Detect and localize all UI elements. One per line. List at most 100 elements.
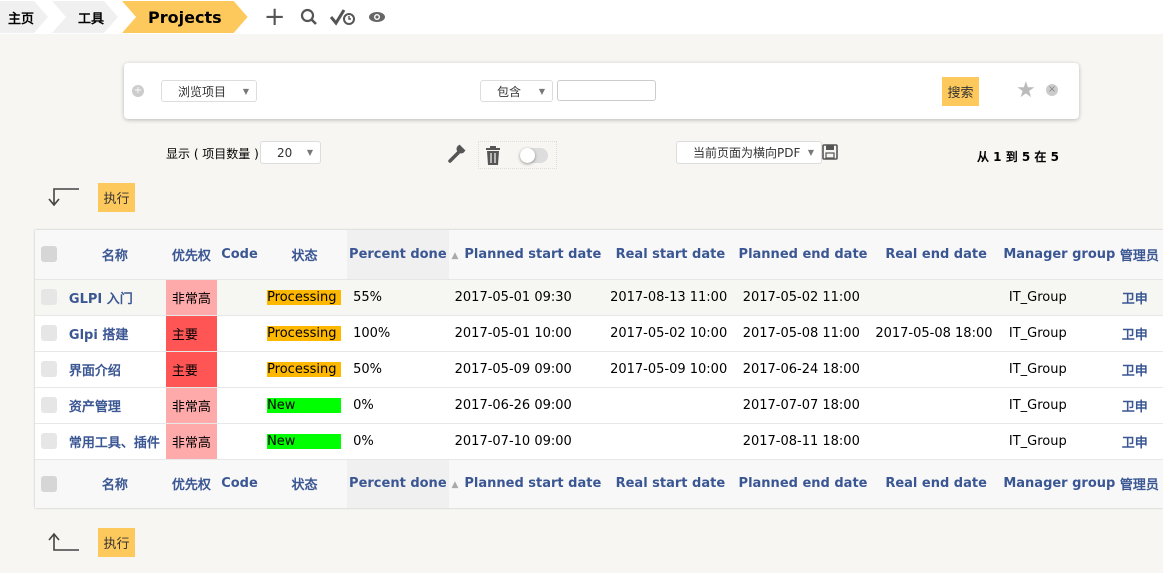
project-name-link[interactable]: Glpi 搭建 bbox=[63, 315, 166, 352]
admin-link[interactable]: 卫申 bbox=[1115, 423, 1163, 460]
status-badge: New bbox=[267, 433, 342, 449]
column-header-label: Code bbox=[221, 246, 258, 262]
column-header[interactable]: Real start date bbox=[604, 458, 737, 508]
check-clock-icon[interactable] bbox=[326, 1, 360, 33]
arrow-down-left-icon bbox=[46, 187, 80, 211]
toggle-switch[interactable] bbox=[520, 148, 548, 163]
code-cell bbox=[216, 279, 263, 316]
column-header-label: Planned end date bbox=[738, 476, 868, 492]
real-start-cell: 2017-08-13 11:00 bbox=[604, 279, 737, 316]
column-header[interactable]: 名称 bbox=[63, 230, 166, 280]
priority-cell: 非常高 bbox=[165, 387, 217, 424]
breadcrumb-tools[interactable]: 工具 bbox=[52, 1, 118, 33]
priority-cell: 非常高 bbox=[165, 279, 217, 316]
eye-icon[interactable] bbox=[360, 1, 394, 33]
sort-asc-icon: ▲ bbox=[451, 480, 459, 491]
percent-done-cell: 50% bbox=[347, 351, 449, 388]
column-header[interactable]: 状态 bbox=[262, 230, 348, 280]
column-header[interactable]: Manager group bbox=[1002, 458, 1116, 508]
search-field-value: 浏览项目 bbox=[178, 84, 227, 99]
row-checkbox[interactable] bbox=[35, 279, 64, 316]
planned-start-cell: 2017-05-09 09:00 bbox=[448, 351, 605, 388]
chevron-down-icon: ▼ bbox=[538, 86, 545, 96]
table-row: 界面介绍 主要 Processing 50% 2017-05-09 09:00 2017-… bbox=[35, 351, 1163, 388]
real-end-cell: 2017-05-08 18:00 bbox=[869, 315, 1003, 352]
column-header[interactable]: Real end date bbox=[869, 458, 1003, 508]
project-name-link[interactable]: 常用工具、插件 bbox=[63, 423, 166, 460]
search-button[interactable]: 搜索 bbox=[942, 77, 979, 106]
column-header[interactable]: Code bbox=[216, 230, 263, 280]
chevron-down-icon: ▼ bbox=[807, 148, 814, 157]
chevron-down-icon: ▼ bbox=[242, 86, 249, 96]
column-header[interactable]: 名称 bbox=[63, 458, 166, 508]
admin-link[interactable]: 卫申 bbox=[1115, 387, 1163, 424]
column-header[interactable]: Code bbox=[216, 458, 263, 508]
percent-done-cell: 0% bbox=[347, 423, 449, 460]
select-all-checkbox[interactable] bbox=[35, 230, 64, 280]
column-header[interactable]: Manager group bbox=[1002, 230, 1116, 280]
column-header[interactable]: 状态 bbox=[262, 458, 348, 508]
breadcrumb-projects[interactable]: Projects bbox=[122, 1, 248, 33]
select-all-checkbox[interactable] bbox=[35, 458, 64, 508]
export-select[interactable]: 当前页面为横向PDF ▼ bbox=[676, 141, 822, 164]
column-header-label: Real start date bbox=[615, 246, 726, 262]
priority-cell: 主要 bbox=[165, 351, 217, 388]
close-icon[interactable]: × bbox=[1046, 84, 1058, 96]
column-header-label: Code bbox=[221, 476, 258, 492]
add-criterion-icon[interactable]: + bbox=[132, 85, 144, 97]
trash-icon[interactable] bbox=[485, 146, 501, 169]
row-checkbox[interactable] bbox=[35, 351, 64, 388]
plus-icon[interactable]: + bbox=[258, 1, 292, 33]
execute-button-top[interactable]: 执行 bbox=[98, 183, 135, 212]
planned-end-cell: 2017-05-08 11:00 bbox=[736, 315, 870, 352]
project-name-link[interactable]: GLPI 入门 bbox=[63, 279, 166, 316]
search-icon[interactable] bbox=[292, 1, 326, 33]
column-header[interactable]: Real start date bbox=[604, 230, 737, 280]
planned-start-cell: 2017-05-01 09:30 bbox=[448, 279, 605, 316]
column-header[interactable]: 优先权 bbox=[165, 458, 217, 508]
star-icon[interactable]: ★ bbox=[1016, 78, 1036, 103]
search-operator-select[interactable]: 包含 ▼ bbox=[480, 80, 553, 102]
column-header[interactable]: Percent done bbox=[347, 458, 449, 508]
column-header[interactable]: ▲ Planned start date bbox=[448, 230, 605, 280]
real-end-cell bbox=[869, 351, 1003, 388]
admin-link[interactable]: 卫申 bbox=[1115, 279, 1163, 316]
manager-group-cell: IT_Group bbox=[1002, 279, 1116, 316]
column-header[interactable]: 管理员 bbox=[1115, 230, 1163, 280]
breadcrumb-home[interactable]: 主页 bbox=[0, 1, 48, 33]
wrench-icon[interactable] bbox=[447, 142, 468, 167]
display-count-value: 20 bbox=[277, 145, 293, 160]
real-end-cell bbox=[869, 423, 1003, 460]
save-icon[interactable] bbox=[822, 144, 838, 164]
code-cell bbox=[216, 423, 263, 460]
arrow-up-left-icon bbox=[46, 532, 80, 556]
column-header[interactable]: 管理员 bbox=[1115, 458, 1163, 508]
column-header[interactable]: Real end date bbox=[869, 230, 1003, 280]
column-header-label: 管理员 bbox=[1119, 478, 1159, 494]
planned-end-cell: 2017-06-24 18:00 bbox=[736, 351, 870, 388]
row-checkbox[interactable] bbox=[35, 423, 64, 460]
column-header[interactable]: Planned end date bbox=[736, 458, 870, 508]
table-row: 资产管理 非常高 New 0% 2017-06-26 09:00 2017-07-07 1… bbox=[35, 387, 1163, 424]
table-row: 常用工具、插件 非常高 New 0% 2017-07-10 09:00 2017-08-1… bbox=[35, 423, 1163, 460]
column-header[interactable]: Percent done bbox=[347, 230, 449, 280]
column-header[interactable]: ▲ Planned start date bbox=[448, 458, 605, 508]
column-header[interactable]: 优先权 bbox=[165, 230, 217, 280]
project-name-link[interactable]: 界面介绍 bbox=[63, 351, 166, 388]
execute-button-bottom[interactable]: 执行 bbox=[98, 528, 135, 557]
row-checkbox[interactable] bbox=[35, 387, 64, 424]
column-header[interactable]: Planned end date bbox=[736, 230, 870, 280]
manager-group-cell: IT_Group bbox=[1002, 387, 1116, 424]
status-badge: Processing bbox=[267, 325, 342, 341]
export-value: 当前页面为横向PDF bbox=[693, 146, 801, 160]
search-value-input[interactable] bbox=[557, 80, 656, 101]
admin-link[interactable]: 卫申 bbox=[1115, 351, 1163, 388]
project-name-link[interactable]: 资产管理 bbox=[63, 387, 166, 424]
display-count-select[interactable]: 20 ▼ bbox=[260, 141, 321, 164]
row-checkbox[interactable] bbox=[35, 315, 64, 352]
search-panel: + 浏览项目 ▼ 包含 ▼ 搜索 ★ × bbox=[124, 63, 1079, 119]
planned-start-cell: 2017-07-10 09:00 bbox=[448, 423, 605, 460]
bulk-actions-box bbox=[478, 141, 557, 169]
search-field-select[interactable]: 浏览项目 ▼ bbox=[161, 80, 257, 102]
admin-link[interactable]: 卫申 bbox=[1115, 315, 1163, 352]
